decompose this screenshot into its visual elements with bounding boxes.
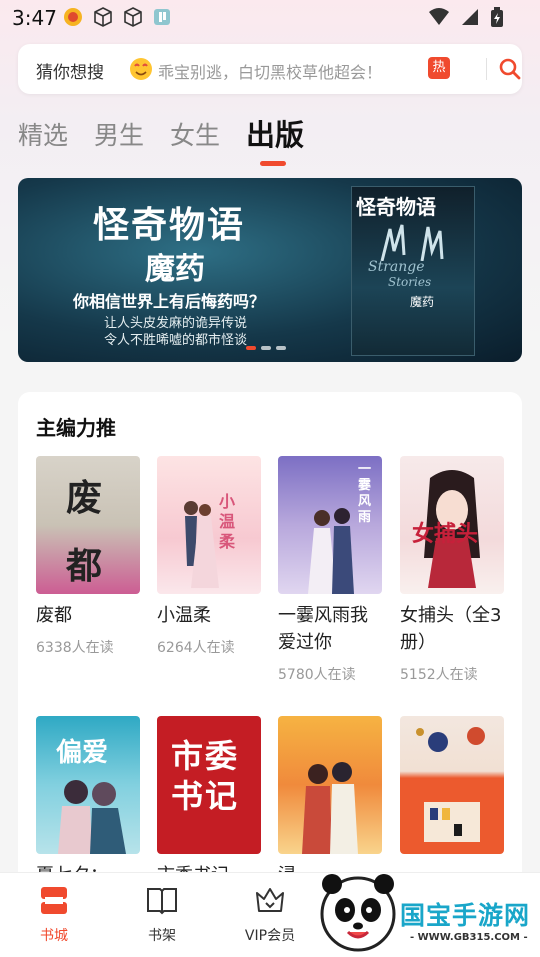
book-cover xyxy=(400,716,504,854)
banner-tagline: 你相信世界上有后悔药吗？ xyxy=(73,292,266,311)
book-cover-title: 废 都 xyxy=(66,477,103,587)
book-title: 小温柔 xyxy=(157,605,211,626)
banner-cover-title: 怪奇物语 xyxy=(356,195,436,219)
book-item[interactable]: 女捕头 女捕头（全3册） 5152人在读 xyxy=(400,456,504,684)
battery-icon xyxy=(491,7,503,27)
carousel-dot-active xyxy=(246,346,256,350)
cube-icon xyxy=(94,7,112,27)
divider xyxy=(486,58,487,80)
nav-vip-label: VIP会员 xyxy=(244,928,296,944)
book-item[interactable]: 一霎风雨 一霎风雨我爱过你 5780人在读 xyxy=(278,456,382,684)
banner-title: 怪奇物语 xyxy=(93,204,246,246)
carousel-dot xyxy=(261,346,271,350)
banner-line-2: 令人不胜唏嘘的都市怪谈 xyxy=(104,333,248,348)
wifi-icon xyxy=(429,8,449,25)
tab-published-label: 出版 xyxy=(246,118,305,152)
book-cover: 一霎风雨 xyxy=(278,456,382,594)
couple-illustration xyxy=(184,501,219,588)
couple-illustration xyxy=(302,762,358,854)
cube-icon xyxy=(124,7,142,27)
book-readers: 5152人在读 xyxy=(400,667,478,683)
banner-cover-sub: 魔药 xyxy=(410,295,435,309)
couple-illustration xyxy=(58,780,126,854)
book-cover xyxy=(278,716,382,854)
nav-vip[interactable]: VIP会员 xyxy=(230,883,310,945)
couple-illustration xyxy=(308,508,354,594)
tab-male[interactable]: 男生 xyxy=(94,112,144,160)
app-icon xyxy=(154,9,170,25)
status-time: 3:47 xyxy=(12,6,57,30)
book-item[interactable]: 废 都 废都 6338人在读 xyxy=(36,456,140,657)
editor-picks-section: 主编力推 废 都 废都 6338人在读 小温柔 小温柔 6264人在读 一霎风雨… xyxy=(18,392,522,912)
hands-illustration xyxy=(380,224,444,261)
banner-cover-en-2: Stories xyxy=(388,275,432,289)
signal-icon xyxy=(462,9,478,25)
book-item[interactable] xyxy=(400,716,504,862)
book-cover: 小温柔 xyxy=(157,456,261,594)
book-readers: 5780人在读 xyxy=(278,667,356,683)
search-bar[interactable]: 猜你想搜 乖宝别逃，白切黑校草他超会！ 热 xyxy=(18,44,522,94)
smile-emoji-icon xyxy=(130,58,152,80)
panda-logo-icon xyxy=(320,874,396,952)
banner-subtitle: 魔药 xyxy=(145,252,205,287)
watermark-brand: 国宝手游网 xyxy=(400,901,531,930)
status-bar: 3:47 xyxy=(0,0,540,36)
search-hint: 乖宝别逃，白切黑校草他超会！ xyxy=(158,63,383,82)
tab-female[interactable]: 女生 xyxy=(170,112,220,160)
book-item[interactable]: 偏爱 夏七夕： xyxy=(36,716,140,889)
site-watermark: 国宝手游网 - WWW.GB315.COM - xyxy=(318,862,540,956)
book-cover-title: 女捕头 xyxy=(412,521,479,547)
tab-published[interactable]: 出版 xyxy=(246,112,305,166)
book-open-icon xyxy=(147,888,177,915)
book-cover: 偏爱 xyxy=(36,716,140,854)
bookstore-icon xyxy=(41,887,67,914)
planets-illustration xyxy=(416,727,485,752)
book-cover: 废 都 xyxy=(36,456,140,594)
shelf-illustration xyxy=(424,802,480,842)
search-label: 猜你想搜 xyxy=(36,63,104,83)
carousel-dots xyxy=(246,346,286,350)
nav-bookstore[interactable]: 书城 xyxy=(14,883,94,945)
book-readers: 6264人在读 xyxy=(157,640,235,656)
section-title: 主编力推 xyxy=(36,416,116,440)
book-cover: 市委书记 xyxy=(157,716,261,854)
book-item[interactable]: 市委书记 市委书记 xyxy=(157,716,261,889)
nav-bookshelf-label: 书架 xyxy=(148,928,176,944)
book-title: 废都 xyxy=(36,605,72,626)
book-title: 女捕头（全3册） xyxy=(400,605,502,653)
book-cover-title: 小温柔 xyxy=(219,492,236,551)
search-icon[interactable] xyxy=(498,57,522,81)
book-cover-title: 市委书记 xyxy=(171,737,240,815)
book-title: 一霎风雨我爱过你 xyxy=(278,605,368,653)
app-notification-icon xyxy=(64,8,82,26)
watermark-url: - WWW.GB315.COM - xyxy=(410,932,528,943)
book-readers: 6338人在读 xyxy=(36,640,114,656)
tab-featured[interactable]: 精选 xyxy=(18,112,68,160)
book-cover-title: 偏爱 xyxy=(56,738,109,768)
carousel-dot xyxy=(276,346,286,350)
category-tabs: 精选 男生 女生 出版 xyxy=(18,112,305,166)
active-tab-indicator xyxy=(260,161,287,166)
crown-icon xyxy=(256,888,284,912)
banner-book-cover: 怪奇物语 Strange Stories 魔药 xyxy=(351,186,475,356)
banner-cover-en-1: Strange xyxy=(368,259,425,275)
hot-badge: 热 xyxy=(428,57,450,79)
promo-banner[interactable]: 怪奇物语 魔药 你相信世界上有后悔药吗？ 让人头皮发麻的诡异传说 令人不胜唏嘘的… xyxy=(18,178,522,362)
nav-bookshelf[interactable]: 书架 xyxy=(122,883,202,945)
book-cover: 女捕头 xyxy=(400,456,504,594)
book-item[interactable]: 小温柔 小温柔 6264人在读 xyxy=(157,456,261,657)
nav-bookstore-label: 书城 xyxy=(40,928,68,944)
